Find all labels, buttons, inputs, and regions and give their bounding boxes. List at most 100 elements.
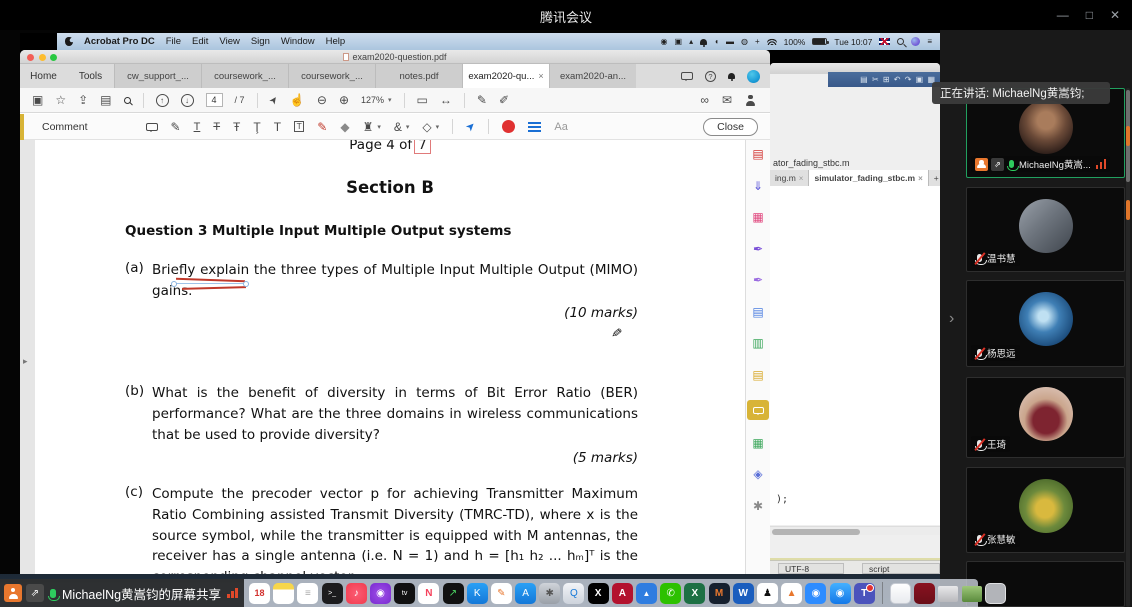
line-thickness-icon[interactable]: [528, 122, 541, 132]
doc-tab-notes[interactable]: notes.pdf: [375, 64, 462, 88]
globe-status-icon[interactable]: ◍: [741, 37, 748, 47]
horizontal-scrollbar[interactable]: [770, 526, 940, 535]
menu-sign[interactable]: Sign: [251, 36, 270, 47]
save-icon[interactable]: ▣: [32, 94, 43, 106]
dropbox-status-icon[interactable]: ▴: [689, 37, 693, 47]
menu-window[interactable]: Window: [281, 36, 315, 47]
dock-tencent-meeting-icon[interactable]: ◉: [830, 583, 851, 604]
dock-pages-icon[interactable]: ✎: [491, 583, 512, 604]
pin-tool-icon[interactable]: ➤: [463, 119, 479, 135]
move-status-icon[interactable]: +: [755, 37, 760, 47]
dock-adobe-folder-icon[interactable]: [914, 583, 935, 604]
request-signatures-icon[interactable]: ✒: [748, 243, 768, 258]
participant-tile-wangqi[interactable]: 王琦: [966, 377, 1125, 458]
print-icon[interactable]: ▤: [100, 94, 111, 106]
dock-window-thumbnail-icon[interactable]: [938, 586, 958, 602]
share-link-icon[interactable]: ∞: [700, 94, 709, 106]
dock-music-icon[interactable]: ♪: [346, 583, 367, 604]
wechat-status-icon[interactable]: ◖: [714, 37, 719, 47]
menu-app-name[interactable]: Acrobat Pro DC: [84, 36, 155, 47]
menu-edit[interactable]: Edit: [192, 36, 208, 47]
dock-zoom-icon[interactable]: ◉: [805, 583, 826, 604]
send-email-icon[interactable]: ✉: [722, 94, 732, 106]
maximize-icon[interactable]: □: [1086, 7, 1093, 23]
combine-files-icon[interactable]: ▥: [748, 337, 768, 352]
zoom-in-icon[interactable]: ⊕: [339, 94, 349, 106]
zoom-out-icon[interactable]: ⊖: [317, 94, 327, 106]
dock-news-icon[interactable]: N: [418, 583, 439, 604]
account-avatar[interactable]: [747, 70, 760, 83]
dock-tv-icon[interactable]: tv: [394, 583, 415, 604]
tab-home[interactable]: Home: [20, 64, 67, 88]
color-swatch-red[interactable]: [502, 120, 515, 133]
select-tool-icon[interactable]: ➤: [267, 93, 281, 106]
eraser-icon[interactable]: ◆: [340, 121, 349, 133]
dock-keynote-icon[interactable]: K: [467, 583, 488, 604]
dock-podcasts-icon[interactable]: ◉: [370, 583, 391, 604]
dock-excel-icon[interactable]: X: [684, 583, 705, 604]
dock-quicktime-icon[interactable]: Q: [563, 583, 584, 604]
page-up-icon[interactable]: ↑: [156, 94, 169, 107]
fill-sign-icon[interactable]: ✒: [748, 274, 768, 289]
menu-view[interactable]: View: [219, 36, 239, 47]
export-pdf-icon[interactable]: ⇓: [748, 180, 768, 195]
tab-close-icon[interactable]: ×: [538, 71, 543, 81]
panel-scrollbar[interactable]: [1126, 88, 1130, 607]
dock-calendar-icon[interactable]: 18: [249, 583, 270, 604]
doc-tab-cw-support[interactable]: cw_support_...: [114, 64, 201, 88]
wifi-icon[interactable]: [767, 38, 777, 45]
share-upload-icon[interactable]: ⇪: [78, 94, 88, 106]
editor-tab-partial[interactable]: ing.m×: [770, 170, 809, 186]
search-icon[interactable]: [124, 97, 131, 104]
replace-text-icon[interactable]: Ŧ: [233, 121, 240, 133]
menu-file[interactable]: File: [166, 36, 181, 47]
protect-shield-icon[interactable]: ◈: [748, 468, 768, 483]
dock-appstore-icon[interactable]: A: [515, 583, 536, 604]
text-box-icon[interactable]: T: [294, 121, 304, 132]
zoom-level-select[interactable]: 127%: [361, 95, 384, 105]
minimize-icon[interactable]: —: [1057, 7, 1069, 23]
fit-width-icon[interactable]: ↔: [440, 94, 452, 106]
pages-tool-icon[interactable]: ▤: [748, 369, 768, 384]
page-down-icon[interactable]: ↓: [181, 94, 194, 107]
red-underline-annotation[interactable]: [173, 278, 251, 292]
hand-tool-icon[interactable]: ☝: [290, 94, 305, 106]
bell-icon[interactable]: [700, 39, 707, 45]
help-icon[interactable]: ?: [705, 71, 716, 82]
font-options-button[interactable]: Aa: [554, 121, 567, 133]
dock-word-icon[interactable]: W: [733, 583, 754, 604]
dock-vlc-icon[interactable]: ▲: [781, 583, 802, 604]
camera-status-icon[interactable]: ▬: [726, 37, 734, 47]
highlighter-icon[interactable]: ✎: [171, 121, 181, 133]
dock-terminal-icon[interactable]: >_: [322, 583, 343, 604]
participant-tile-yangsiyuan[interactable]: 杨思远: [966, 280, 1125, 367]
tab-close-icon[interactable]: ×: [799, 174, 804, 183]
sign-pen-icon[interactable]: ✎: [477, 94, 487, 106]
menu-help[interactable]: Help: [326, 36, 346, 47]
tab-tools[interactable]: Tools: [67, 64, 114, 88]
doc-tab-exam-answer[interactable]: exam2020-an...: [549, 64, 636, 88]
add-user-icon[interactable]: [745, 95, 756, 106]
editor-body[interactable]: );: [770, 186, 940, 525]
dock-preferences-icon[interactable]: ✱: [539, 583, 560, 604]
dock-stocks-icon[interactable]: ↗: [443, 583, 464, 604]
dock-x-app-icon[interactable]: X: [588, 583, 609, 604]
draw-tool-icon[interactable]: ✎: [317, 121, 327, 133]
dock-window-thumbnail-green-icon[interactable]: [962, 586, 982, 602]
dock-textedit-icon[interactable]: ≡: [297, 583, 318, 604]
nav-pane-toggle-icon[interactable]: ▸: [23, 356, 28, 367]
notifications-bell-icon[interactable]: [728, 73, 735, 79]
participant-tile-wenshuhui[interactable]: 温书慧: [966, 187, 1125, 272]
menubar-clock[interactable]: Tue 10:07: [834, 37, 872, 47]
close-comment-button[interactable]: Close: [703, 118, 758, 136]
star-icon[interactable]: ☆: [55, 94, 66, 106]
siri-icon[interactable]: [911, 37, 920, 46]
record-status-icon[interactable]: ◉: [661, 37, 668, 47]
dock-wechat-icon[interactable]: ✆: [660, 583, 681, 604]
dock-qq-icon[interactable]: ♟: [757, 583, 778, 604]
edit-tools-icon[interactable]: ✐: [499, 94, 509, 106]
chevron-down-icon[interactable]: ▾: [436, 123, 440, 131]
add-text-icon[interactable]: T: [274, 121, 281, 133]
participant-tile-zhanghuimin[interactable]: 张慧敏: [966, 467, 1125, 553]
chevron-down-icon[interactable]: ▾: [406, 123, 410, 131]
